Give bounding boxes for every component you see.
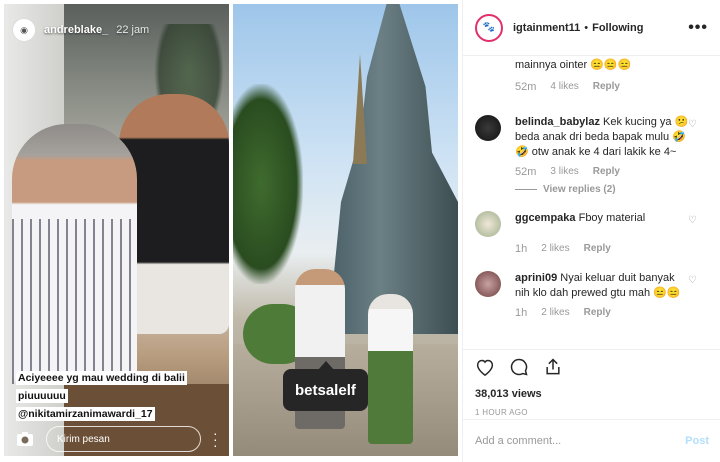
story-reply-bar: Kirim pesan · · · bbox=[12, 424, 229, 454]
instagram-post-view: ◉ andreblake_ 22 jam Aciyeeee yg mau wed… bbox=[0, 0, 720, 462]
heart-icon[interactable]: ♡ bbox=[688, 215, 697, 226]
comment-composer: Add a comment... Post bbox=[463, 419, 720, 462]
comment-username[interactable]: aprini09 bbox=[515, 272, 557, 284]
comment-item: ggcempaka Fboy material ♡ bbox=[475, 211, 709, 237]
story-more-icon[interactable]: · · · bbox=[213, 426, 218, 452]
comment-continued-text: mainnya ointer 😑😑😑 bbox=[515, 59, 632, 71]
post-actions: 38,013 views 1 HOUR AGO bbox=[463, 349, 720, 417]
view-replies-button[interactable]: View replies (2) bbox=[475, 184, 709, 195]
view-count[interactable]: 38,013 views bbox=[475, 388, 709, 400]
header-separator: • bbox=[584, 21, 589, 34]
camera-icon[interactable] bbox=[12, 426, 38, 452]
story-caption-line2: @nikitamirzanimawardi_17 bbox=[16, 407, 155, 421]
story-caption: Aciyeeee yg mau wedding di balii piuuuuu… bbox=[16, 368, 229, 422]
avatar[interactable] bbox=[475, 115, 501, 141]
reply-button[interactable]: Reply bbox=[584, 243, 611, 255]
story-header: ◉ andreblake_ 22 jam bbox=[12, 18, 149, 42]
comment-item: belinda_babylaz Kek kucing ya 😕 beda ana… bbox=[475, 115, 709, 160]
comment-icon[interactable] bbox=[509, 357, 529, 382]
story-screenshot: ◉ andreblake_ 22 jam Aciyeeee yg mau wed… bbox=[4, 4, 229, 456]
story-caption-line1: Aciyeeee yg mau wedding di balii piuuuuu… bbox=[16, 371, 187, 403]
more-icon[interactable]: ••• bbox=[688, 19, 708, 37]
post-username[interactable]: igtainment11 bbox=[513, 22, 580, 34]
comment-text: Fboy material bbox=[578, 212, 646, 224]
comment-meta: 1h 2 likes Reply bbox=[515, 307, 611, 319]
comment-input[interactable]: Add a comment... bbox=[475, 435, 685, 447]
post-timestamp: 1 HOUR AGO bbox=[475, 408, 528, 417]
comment-meta: 1h 2 likes Reply bbox=[515, 243, 611, 255]
comment-item: aprini09 Nyai keluar duit banyak nih klo… bbox=[475, 271, 709, 301]
reply-button[interactable]: Reply bbox=[584, 307, 611, 319]
story-message-input[interactable]: Kirim pesan bbox=[46, 426, 201, 452]
comment-username[interactable]: ggcempaka bbox=[515, 212, 576, 224]
reply-button[interactable]: Reply bbox=[593, 81, 620, 93]
comment-username[interactable]: belinda_babylaz bbox=[515, 116, 600, 128]
post-comment-button[interactable]: Post bbox=[685, 435, 709, 447]
story-time: 22 jam bbox=[116, 24, 150, 36]
story-username: andreblake_ bbox=[44, 24, 109, 36]
user-tag[interactable]: betsalelf bbox=[283, 369, 368, 411]
comments-list[interactable]: mainnya ointer 😑😑😑 52m 4 likes Reply bel… bbox=[463, 56, 720, 348]
heart-icon[interactable] bbox=[475, 358, 495, 381]
share-icon[interactable] bbox=[543, 357, 563, 382]
heart-icon[interactable]: ♡ bbox=[688, 119, 697, 130]
avatar[interactable] bbox=[475, 211, 501, 237]
comment-meta: 52m 3 likes Reply bbox=[515, 166, 620, 178]
post-media[interactable]: ◉ andreblake_ 22 jam Aciyeeee yg mau wed… bbox=[0, 0, 462, 462]
story-avatar: ◉ bbox=[12, 18, 36, 42]
post-sidebar: 🐾 igtainment11 • Following ••• mainnya o… bbox=[462, 0, 720, 462]
follow-status-button[interactable]: Following bbox=[592, 22, 643, 34]
post-header: 🐾 igtainment11 • Following ••• bbox=[463, 0, 720, 56]
comment-meta: 52m 4 likes Reply bbox=[515, 81, 620, 93]
reply-button[interactable]: Reply bbox=[593, 166, 620, 178]
heart-icon[interactable]: ♡ bbox=[688, 275, 697, 286]
avatar[interactable] bbox=[475, 271, 501, 297]
post-avatar[interactable]: 🐾 bbox=[475, 13, 503, 42]
action-icons bbox=[475, 357, 709, 382]
